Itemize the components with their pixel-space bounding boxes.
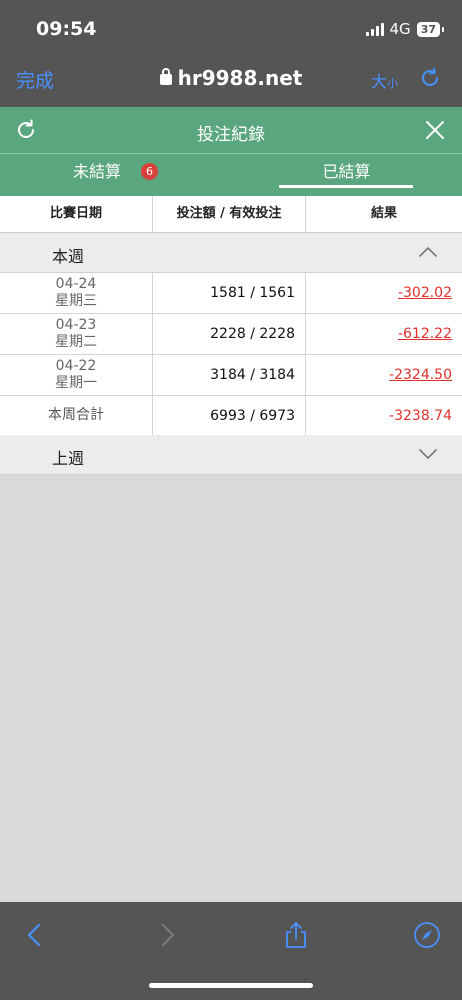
header-result: 結果 [370,206,397,221]
reload-icon[interactable] [418,66,442,90]
section-this-week[interactable]: 本週 [0,233,462,273]
unsettled-count-badge: 6 [141,163,158,180]
table-header: 比賽日期 投注額 / 有效投注 結果 [0,196,462,233]
url-text[interactable]: hr9988.net [178,66,303,90]
settlement-tabs: 未結算 6 已結算 [0,154,462,196]
result-cell: -302.02 [306,273,462,313]
panel-header: 投注紀錄 [0,107,462,153]
match-weekday: 星期二 [55,334,97,350]
header-bet-amount: 投注額 / 有效投注 [153,196,306,232]
tab-settled-label: 已結算 [322,162,371,181]
section-last-week[interactable]: 上週 [0,435,462,475]
home-indicator [149,983,313,988]
close-icon[interactable] [424,119,446,141]
section-last-week-label: 上週 [52,449,85,468]
share-icon[interactable] [281,920,311,950]
date-cell: 04-22 星期一 [0,355,153,395]
signal-icon [365,22,384,36]
done-button[interactable]: 完成 [16,66,54,93]
forward-icon[interactable] [152,920,182,950]
match-date: 04-24 [55,276,97,292]
table-row: 04-23 星期二 2228 / 2228 -612.22 [0,314,462,355]
table-row: 04-22 星期一 3184 / 3184 -2324.50 [0,355,462,396]
date-cell: 04-24 星期三 [0,273,153,313]
result-cell: -612.22 [306,314,462,354]
match-date: 04-23 [55,317,97,333]
result-link[interactable]: -2324.50 [389,367,452,383]
text-size-small: 小 [387,77,398,90]
header-match-date: 比賽日期 [0,196,153,232]
tab-unsettled[interactable]: 未結算 6 [0,154,231,196]
browser-chrome: 09:54 4G 37 完成 hr9988.net 大小 [0,0,462,107]
records-table: 04-24 星期三 1581 / 1561 -302.02 04-23 星期二 … [0,273,462,437]
total-result: -3238.74 [389,408,452,424]
bet-amount: 2228 / 2228 [153,314,306,354]
network-type: 4G [389,20,411,38]
bet-amount: 3184 / 3184 [153,355,306,395]
text-size-large: 大 [370,72,387,91]
back-icon[interactable] [20,920,50,950]
tab-settled[interactable]: 已結算 [231,154,462,196]
result-cell: -2324.50 [306,355,462,395]
status-indicators: 4G 37 [365,20,445,38]
lock-icon [159,68,172,85]
chevron-down-icon [419,449,437,459]
active-tab-indicator [279,185,413,188]
match-weekday: 星期一 [55,375,97,391]
total-bet-amount: 6993 / 6973 [153,396,306,436]
chevron-up-icon [419,247,437,257]
bet-amount: 1581 / 1561 [153,273,306,313]
refresh-icon[interactable] [14,118,38,142]
section-this-week-label: 本週 [52,247,85,266]
match-weekday: 星期三 [55,293,97,309]
total-label: 本周合計 [0,396,153,436]
date-cell: 04-23 星期二 [0,314,153,354]
tab-unsettled-label: 未結算 [72,162,121,181]
compass-icon[interactable] [412,920,442,950]
table-row: 04-24 星期三 1581 / 1561 -302.02 [0,273,462,314]
text-size-button[interactable]: 大小 [371,68,398,92]
status-time: 09:54 [36,18,97,40]
match-date: 04-22 [55,358,97,374]
battery-indicator: 37 [416,21,445,37]
result-link[interactable]: -302.02 [398,285,452,301]
result-link[interactable]: -612.22 [398,326,452,342]
panel-title: 投注紀錄 [197,125,265,145]
weekly-total-row: 本周合計 6993 / 6973 -3238.74 [0,396,462,437]
